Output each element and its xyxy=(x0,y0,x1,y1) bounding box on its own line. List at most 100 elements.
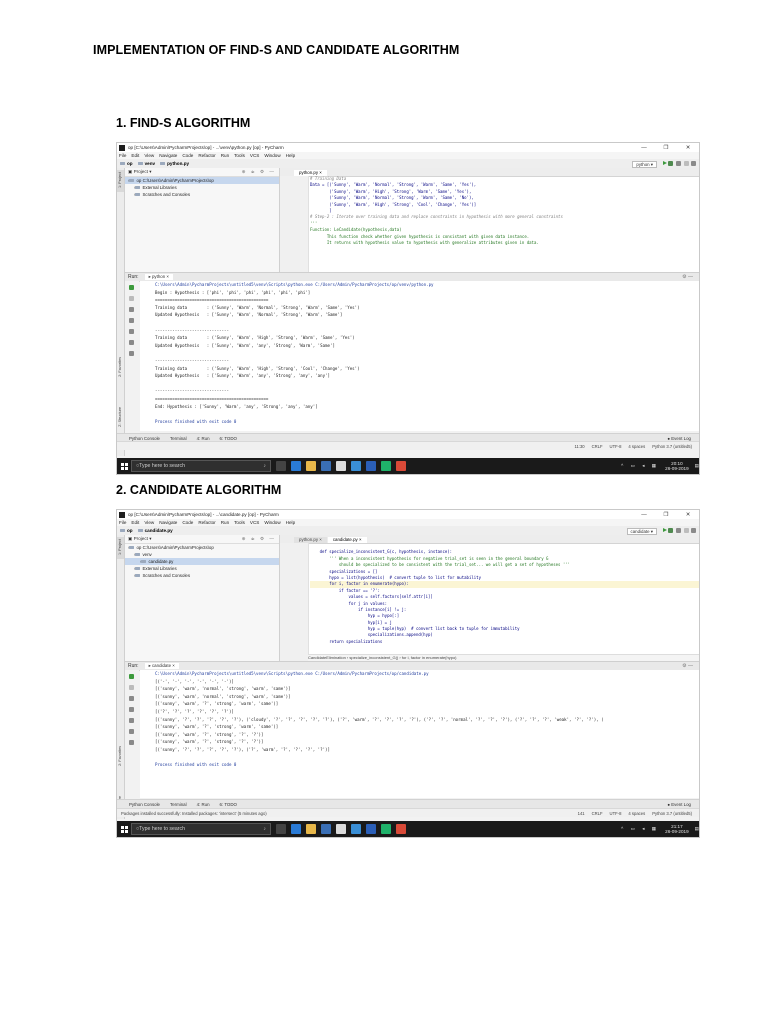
taskbar-search-input[interactable]: ○ Type here to search ♪ xyxy=(131,823,271,835)
search-icon[interactable] xyxy=(691,161,696,166)
menu-item-vcs[interactable]: VCS xyxy=(250,153,259,158)
chrome-icon[interactable] xyxy=(396,461,406,471)
project-panel-tools[interactable]: ⊕ ≑ ⚙ — xyxy=(242,536,276,542)
project-tree-item[interactable]: › External Libraries xyxy=(125,184,279,191)
stop-icon[interactable] xyxy=(684,161,689,166)
settings-gear-icon[interactable]: ⚙ — xyxy=(682,663,693,669)
status-indicator[interactable]: CRLF xyxy=(592,444,603,449)
tool-tab-terminal[interactable]: Terminal xyxy=(170,802,187,807)
menu-item-view[interactable]: View xyxy=(144,153,154,158)
word-icon[interactable] xyxy=(366,824,376,834)
minimize-button[interactable]: — xyxy=(633,145,655,151)
project-tree-item[interactable]: › Scratches and Consoles xyxy=(125,191,279,198)
notification-icon[interactable]: ▤ xyxy=(695,463,699,469)
rerun-icon[interactable] xyxy=(129,674,134,679)
breadcrumb-item[interactable]: candidate.py xyxy=(137,528,173,533)
project-tree-item[interactable]: › op C:\Users\Admin\PycharmProjects\op xyxy=(125,544,279,551)
menu-item-refactor[interactable]: Refactor xyxy=(198,153,215,158)
menu-item-edit[interactable]: Edit xyxy=(131,520,139,525)
menu-item-file[interactable]: File xyxy=(119,153,126,158)
project-tree-item[interactable]: › candidate.py xyxy=(125,558,279,565)
pycharm-icon[interactable] xyxy=(381,461,391,471)
status-indicator[interactable]: UTF-8 xyxy=(610,811,622,816)
status-indicator[interactable]: 4 spaces xyxy=(628,811,645,816)
menu-item-file[interactable]: File xyxy=(119,520,126,525)
windows-start-icon[interactable] xyxy=(117,821,131,837)
tool-tab-python-console[interactable]: Python Console xyxy=(129,802,160,807)
notification-icon[interactable]: ▤ xyxy=(695,826,699,832)
soft-wrap-icon[interactable] xyxy=(129,707,134,712)
scroll-up-icon[interactable] xyxy=(129,696,134,701)
menu-item-help[interactable]: Help xyxy=(286,520,295,525)
menu-item-refactor[interactable]: Refactor xyxy=(198,520,215,525)
menu-item-help[interactable]: Help xyxy=(286,153,295,158)
taskbar-search-input[interactable]: ○ Type here to search ♪ xyxy=(131,460,271,472)
rerun-icon[interactable] xyxy=(129,285,134,290)
status-indicator[interactable]: Python 3.7 (untitled5) xyxy=(652,811,692,816)
settings-gear-icon[interactable]: ⚙ — xyxy=(682,274,693,280)
menu-item-edit[interactable]: Edit xyxy=(131,153,139,158)
project-panel-title[interactable]: ▣ Project ▾ xyxy=(128,536,152,542)
structure-tool-label[interactable]: Z: Structure xyxy=(118,407,123,427)
menu-item-run[interactable]: Run xyxy=(221,153,229,158)
project-tree-item[interactable]: › venv xyxy=(125,551,279,558)
run-icon[interactable] xyxy=(663,528,667,532)
menu-item-navigate[interactable]: Navigate xyxy=(159,153,177,158)
code-structure-breadcrumb[interactable]: CandidateElimination › specialize_incons… xyxy=(308,654,699,661)
task-view-icon[interactable] xyxy=(276,824,286,834)
menu-item-code[interactable]: Code xyxy=(182,153,193,158)
tray-icons[interactable]: ^ ▭ ◂ ▦ xyxy=(621,463,659,469)
event-log-button[interactable]: ● Event Log xyxy=(667,436,691,441)
coverage-icon[interactable] xyxy=(676,528,681,533)
code-area[interactable]: 5# Training Data7Data = [('Sunny', 'Warm… xyxy=(310,176,699,272)
word-icon[interactable] xyxy=(366,461,376,471)
status-indicator[interactable]: UTF-8 xyxy=(610,444,622,449)
project-tree-item[interactable]: › op C:\Users\Admin\PycharmProjects\op xyxy=(125,177,279,184)
breadcrumb-item[interactable]: python.py xyxy=(160,161,189,166)
edge-icon[interactable] xyxy=(291,824,301,834)
stop-icon[interactable] xyxy=(129,685,134,690)
menu-item-window[interactable]: Window xyxy=(264,520,280,525)
taskbar-clock[interactable]: 21:17 26-09-2019 xyxy=(665,824,689,835)
menu-item-tools[interactable]: Tools xyxy=(234,520,245,525)
project-tool-tab[interactable]: 1: Project xyxy=(117,170,124,192)
debug-icon[interactable] xyxy=(668,161,673,166)
tool-tab-4-run[interactable]: 4: Run xyxy=(197,436,210,441)
mail-icon[interactable] xyxy=(336,824,346,834)
coverage-icon[interactable] xyxy=(676,161,681,166)
pycharm-icon[interactable] xyxy=(381,824,391,834)
project-panel-title[interactable]: ▣ Project ▾ xyxy=(128,169,152,175)
task-view-icon[interactable] xyxy=(276,461,286,471)
maximize-button[interactable]: ❐ xyxy=(655,145,677,151)
status-indicator[interactable]: 141 xyxy=(578,811,585,816)
mail-icon[interactable] xyxy=(336,461,346,471)
print-icon[interactable] xyxy=(129,718,134,723)
maximize-button[interactable]: ❐ xyxy=(655,512,677,518)
menu-item-code[interactable]: Code xyxy=(182,520,193,525)
run-configuration-select[interactable]: python ▾ xyxy=(632,160,657,168)
stop-icon[interactable] xyxy=(129,296,134,301)
tray-icons[interactable]: ^ ▭ ◂ ▦ xyxy=(621,826,659,832)
file-explorer-icon[interactable] xyxy=(306,824,316,834)
tool-tab-6-todo[interactable]: 6: TODO xyxy=(220,436,237,441)
close-button[interactable]: ✕ xyxy=(677,145,699,151)
scroll-up-icon[interactable] xyxy=(129,307,134,312)
search-icon[interactable] xyxy=(691,528,696,533)
run-tab[interactable]: ▸ python × xyxy=(144,274,173,280)
app-icon[interactable] xyxy=(351,461,361,471)
soft-wrap-icon[interactable] xyxy=(129,318,134,323)
delete-icon[interactable] xyxy=(129,729,134,734)
run-icon[interactable] xyxy=(663,161,667,165)
minimize-button[interactable]: — xyxy=(633,512,655,518)
status-indicator[interactable]: 4 spaces xyxy=(628,444,645,449)
status-indicator[interactable]: 11:30 xyxy=(574,444,584,449)
code-area[interactable]: 277278 def specialize_inconsistent_G(c, … xyxy=(308,543,699,661)
debug-icon[interactable] xyxy=(668,528,673,533)
store-icon[interactable] xyxy=(321,824,331,834)
delete-icon[interactable] xyxy=(129,340,134,345)
breadcrumb-item[interactable]: op xyxy=(120,528,133,533)
menu-item-vcs[interactable]: VCS xyxy=(250,520,259,525)
file-explorer-icon[interactable] xyxy=(306,461,316,471)
windows-start-icon[interactable] xyxy=(117,458,131,474)
pin-icon[interactable] xyxy=(129,740,134,745)
